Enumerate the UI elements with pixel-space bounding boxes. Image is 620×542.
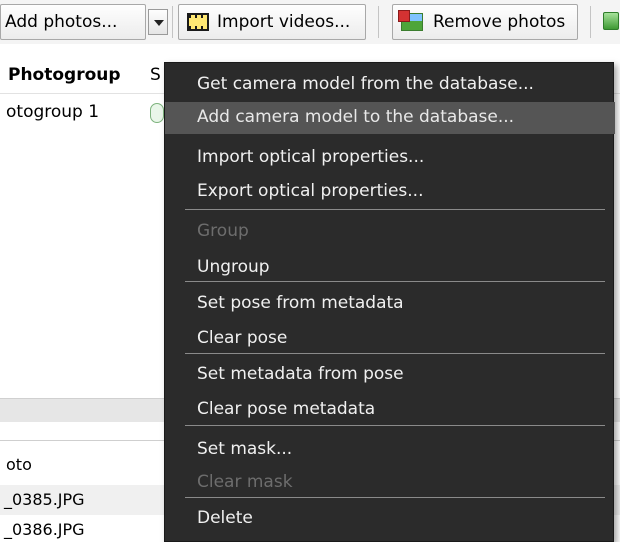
column-header-photogroup[interactable]: Photogroup	[8, 65, 121, 85]
toolbar-separator	[172, 6, 173, 38]
photogroup-name-cell: otogroup 1	[6, 102, 100, 122]
menu-item-label: Add camera model to the database...	[197, 107, 515, 127]
toolbar-separator	[590, 6, 591, 38]
menu-separator	[185, 209, 605, 210]
menu-item-label: Ungroup	[197, 257, 270, 277]
menu-item-label: Set metadata from pose	[197, 364, 404, 384]
status-icon	[150, 103, 164, 123]
menu-separator	[185, 353, 605, 354]
column-header-photo[interactable]: oto	[6, 455, 32, 474]
menu-item-clear-pose[interactable]: Clear pose	[165, 323, 615, 355]
menu-item-set-metadata-from-pose[interactable]: Set metadata from pose	[165, 359, 615, 391]
toolbar: Add photos... Import videos... Remove ph…	[0, 0, 620, 44]
add-photos-dropdown-arrow-icon[interactable]	[148, 9, 168, 35]
film-icon	[187, 13, 209, 31]
menu-item-clear-mask: Clear mask	[165, 467, 615, 499]
menu-item-delete[interactable]: Delete	[165, 503, 615, 535]
add-photos-label: Add photos...	[5, 12, 118, 32]
context-menu: Get camera model from the database... Ad…	[164, 62, 615, 542]
menu-item-set-pose-from-metadata[interactable]: Set pose from metadata	[165, 288, 615, 320]
menu-item-label: Clear mask	[197, 472, 293, 492]
photos-icon	[398, 10, 423, 31]
menu-item-set-mask[interactable]: Set mask...	[165, 434, 615, 466]
photo-filename: _0385.JPG	[4, 490, 85, 509]
menu-separator	[185, 425, 605, 426]
menu-item-label: Clear pose metadata	[197, 399, 376, 419]
menu-separator	[185, 497, 605, 498]
menu-item-export-optical-properties[interactable]: Export optical properties...	[165, 176, 615, 208]
menu-separator	[185, 281, 605, 282]
menu-item-label: Set pose from metadata	[197, 293, 404, 313]
menu-item-clear-pose-metadata[interactable]: Clear pose metadata	[165, 394, 615, 426]
menu-item-label: Group	[197, 221, 249, 241]
import-videos-button[interactable]: Import videos...	[178, 4, 366, 40]
menu-item-import-optical-properties[interactable]: Import optical properties...	[165, 142, 615, 174]
remove-photos-button[interactable]: Remove photos	[392, 4, 578, 40]
menu-item-label: Clear pose	[197, 328, 288, 348]
photo-filename: _0386.JPG	[4, 520, 85, 539]
menu-item-get-camera-model[interactable]: Get camera model from the database...	[165, 69, 615, 101]
menu-item-group: Group	[165, 216, 615, 248]
menu-item-label: Export optical properties...	[197, 181, 424, 201]
menu-item-label: Import optical properties...	[197, 147, 425, 167]
add-photos-button[interactable]: Add photos...	[0, 4, 146, 40]
menu-item-label: Set mask...	[197, 439, 293, 459]
column-header-s[interactable]: S	[150, 65, 161, 85]
menu-item-ungroup[interactable]: Ungroup	[165, 252, 615, 284]
toolbar-separator	[378, 6, 379, 38]
menu-item-label: Delete	[197, 508, 253, 528]
menu-item-add-camera-model[interactable]: Add camera model to the database...	[165, 102, 615, 134]
green-toolbar-icon[interactable]	[603, 12, 619, 30]
menu-item-label: Get camera model from the database...	[197, 74, 534, 94]
